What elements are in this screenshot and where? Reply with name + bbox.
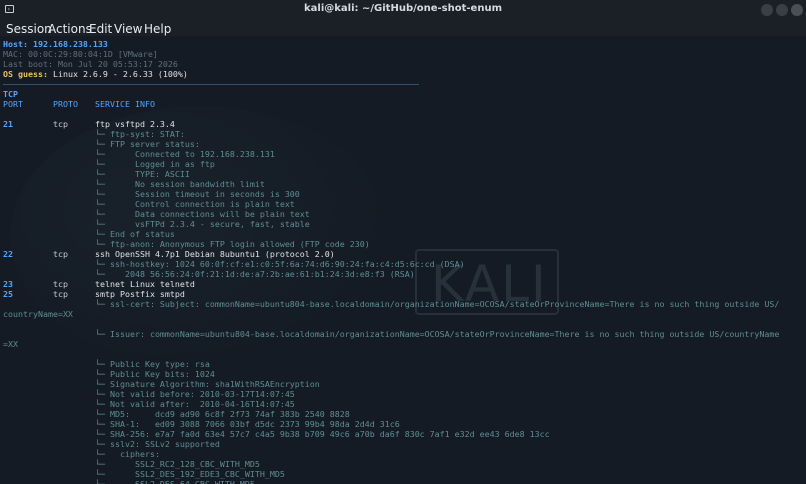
service-detail-line: └─ No session bandwidth limit (95, 179, 265, 189)
section-title-tcp: TCP (3, 89, 18, 99)
menu-view[interactable]: View (114, 22, 142, 36)
host-line: Host: 192.168.238.133 (3, 39, 108, 49)
service-detail-line: └─ ssh-hostkey: 1024 60:0f:cf:e1:c0:5f:6… (95, 259, 465, 269)
service-detail-line: └─ SHA-1: ed09 3088 7066 03bf d5dc 2373 … (95, 419, 400, 429)
close-button[interactable] (791, 4, 803, 16)
port-number: 21 (3, 119, 13, 129)
service-detail-line: └─ Public Key type: rsa (95, 359, 210, 369)
service-info: ssh OpenSSH 4.7p1 Debian 8ubuntu1 (proto… (95, 249, 335, 259)
service-detail-line: └─ SSL2_DES_192_EDE3_CBC_WITH_MD5 (95, 469, 285, 479)
mac-line: MAC: 00:0C:29:80:04:1D [VMware] (3, 49, 158, 59)
window-title: kali@kali: ~/GitHub/one-shot-enum (304, 3, 502, 14)
service-detail-line: └─ ssl-cert: Subject: commonName=ubuntu8… (95, 299, 780, 309)
os-guess-line: OS guess: Linux 2.6.9 - 2.6.33 (100%) (3, 69, 188, 79)
port-number: 22 (3, 249, 13, 259)
column-header-proto: PROTO (53, 99, 78, 109)
protocol: tcp (53, 289, 68, 299)
port-number: 23 (3, 279, 13, 289)
menu-help[interactable]: Help (144, 22, 171, 36)
service-detail-line: └─ SSL2_DES_64_CBC_WITH_MD5 (95, 479, 255, 484)
minimize-button[interactable] (761, 4, 773, 16)
service-detail-line: └─ sslv2: SSLv2 supported (95, 439, 220, 449)
service-detail-line: └─ MD5: dcd9 ad90 6c8f 2f73 74af 383b 25… (95, 409, 350, 419)
service-detail-line: └─ SSL2_RC2_128_CBC_WITH_MD5 (95, 459, 260, 469)
service-detail-line: └─ ftp-syst: STAT: (95, 129, 185, 139)
service-detail-line: └─ Not valid after: 2010-04-16T14:07:45 (95, 399, 295, 409)
menu-session[interactable]: Session (6, 22, 52, 36)
menu-edit[interactable]: Edit (89, 22, 112, 36)
service-detail-line: =XX (3, 339, 18, 349)
service-detail-line: └─ Signature Algorithm: sha1WithRSAEncry… (95, 379, 320, 389)
kali-dragon-background (10, 106, 390, 366)
service-detail-line: └─ Issuer: commonName=ubuntu804-base.loc… (95, 329, 780, 339)
last-boot-line: Last boot: Mon Jul 20 05:53:17 2026 (3, 59, 178, 69)
service-detail-line: └─ 2048 56:56:24:0f:21:1d:de:a7:2b:ae:61… (95, 269, 415, 279)
service-detail-line: └─ vsFTPd 2.3.4 - secure, fast, stable (95, 219, 310, 229)
service-detail-line: └─ Not valid before: 2010-03-17T14:07:45 (95, 389, 295, 399)
port-number: 25 (3, 289, 13, 299)
protocol: tcp (53, 119, 68, 129)
service-detail-line: └─ SHA-256: e7a7 fa0d 63e4 57c7 c4a5 9b3… (95, 429, 550, 439)
service-detail-line: └─ Connected to 192.168.238.131 (95, 149, 275, 159)
service-detail-line: └─ ciphers: (95, 449, 160, 459)
service-info: telnet Linux telnetd (95, 279, 195, 289)
service-detail-line: └─ End of status (95, 229, 175, 239)
column-header-port: PORT (3, 99, 23, 109)
service-detail-line: └─ FTP server status: (95, 139, 200, 149)
menu-actions[interactable]: Actions (48, 22, 92, 36)
column-header-service: SERVICE INFO (95, 99, 155, 109)
title-bar: › kali@kali: ~/GitHub/one-shot-enum (0, 0, 806, 20)
service-detail-line: └─ ftp-anon: Anonymous FTP login allowed… (95, 239, 370, 249)
maximize-button[interactable] (776, 4, 788, 16)
service-detail-line: └─ Session timeout in seconds is 300 (95, 189, 300, 199)
service-detail-line: └─ Data connections will be plain text (95, 209, 310, 219)
service-detail-line: └─ Control connection is plain text (95, 199, 295, 209)
service-info: ftp vsftpd 2.3.4 (95, 119, 175, 129)
service-detail-line: countryName=XX (3, 309, 73, 319)
service-detail-line: └─ Logged in as ftp (95, 159, 215, 169)
terminal-output[interactable]: KALI Host: 192.168.238.133 MAC: 00:0C:29… (0, 36, 806, 484)
protocol: tcp (53, 279, 68, 289)
terminal-window: › kali@kali: ~/GitHub/one-shot-enum Sess… (0, 0, 806, 484)
section-divider (3, 84, 419, 85)
menu-bar: Session Actions Edit View Help (0, 20, 806, 36)
service-detail-line: └─ TYPE: ASCII (95, 169, 190, 179)
service-info: smtp Postfix smtpd (95, 289, 185, 299)
service-detail-line: └─ Public Key bits: 1024 (95, 369, 215, 379)
protocol: tcp (53, 249, 68, 259)
